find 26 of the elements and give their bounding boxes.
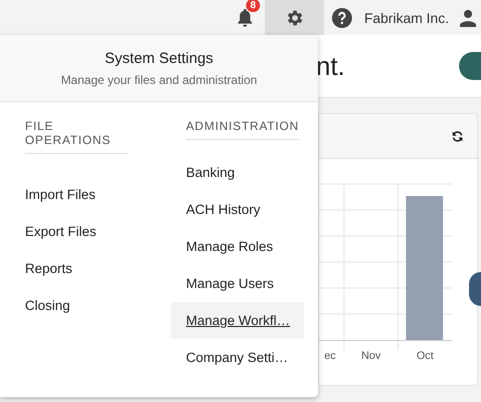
toggle-button[interactable] <box>459 52 481 80</box>
menu-item[interactable]: Export Files <box>25 213 171 250</box>
menu-item[interactable]: Import Files <box>25 176 171 213</box>
menu-item[interactable]: Manage Roles <box>171 228 304 265</box>
user-icon[interactable] <box>459 8 477 26</box>
company-name[interactable]: Fabrikam Inc. <box>364 10 449 26</box>
menu-item[interactable]: Reports <box>25 250 171 287</box>
help-icon[interactable] <box>332 8 352 28</box>
menu-item[interactable]: Manage Workfl… <box>171 302 304 339</box>
axis-label: Nov <box>361 350 381 362</box>
bell-icon[interactable] <box>236 8 254 28</box>
axis-label: Oct <box>416 350 434 362</box>
axis-label: ec <box>324 350 336 362</box>
menu-subtitle: Manage your files and administration <box>60 72 258 86</box>
menu-item[interactable]: Banking <box>171 154 304 191</box>
refresh-icon[interactable] <box>451 130 464 142</box>
settings-button[interactable] <box>265 0 324 35</box>
menu-item[interactable]: ACH History <box>171 191 304 228</box>
section-heading: FILE OPERATIONS <box>25 119 128 154</box>
menu-item[interactable]: Company Setti… <box>171 339 304 376</box>
section-heading: ADMINISTRATION <box>186 119 299 140</box>
page-heading: nt. <box>315 50 345 82</box>
menu-title: System Settings <box>104 50 214 66</box>
notification-badge: 8 <box>246 0 260 12</box>
menu-item[interactable]: Manage Users <box>171 265 304 302</box>
menu-item[interactable]: Closing <box>25 287 171 324</box>
